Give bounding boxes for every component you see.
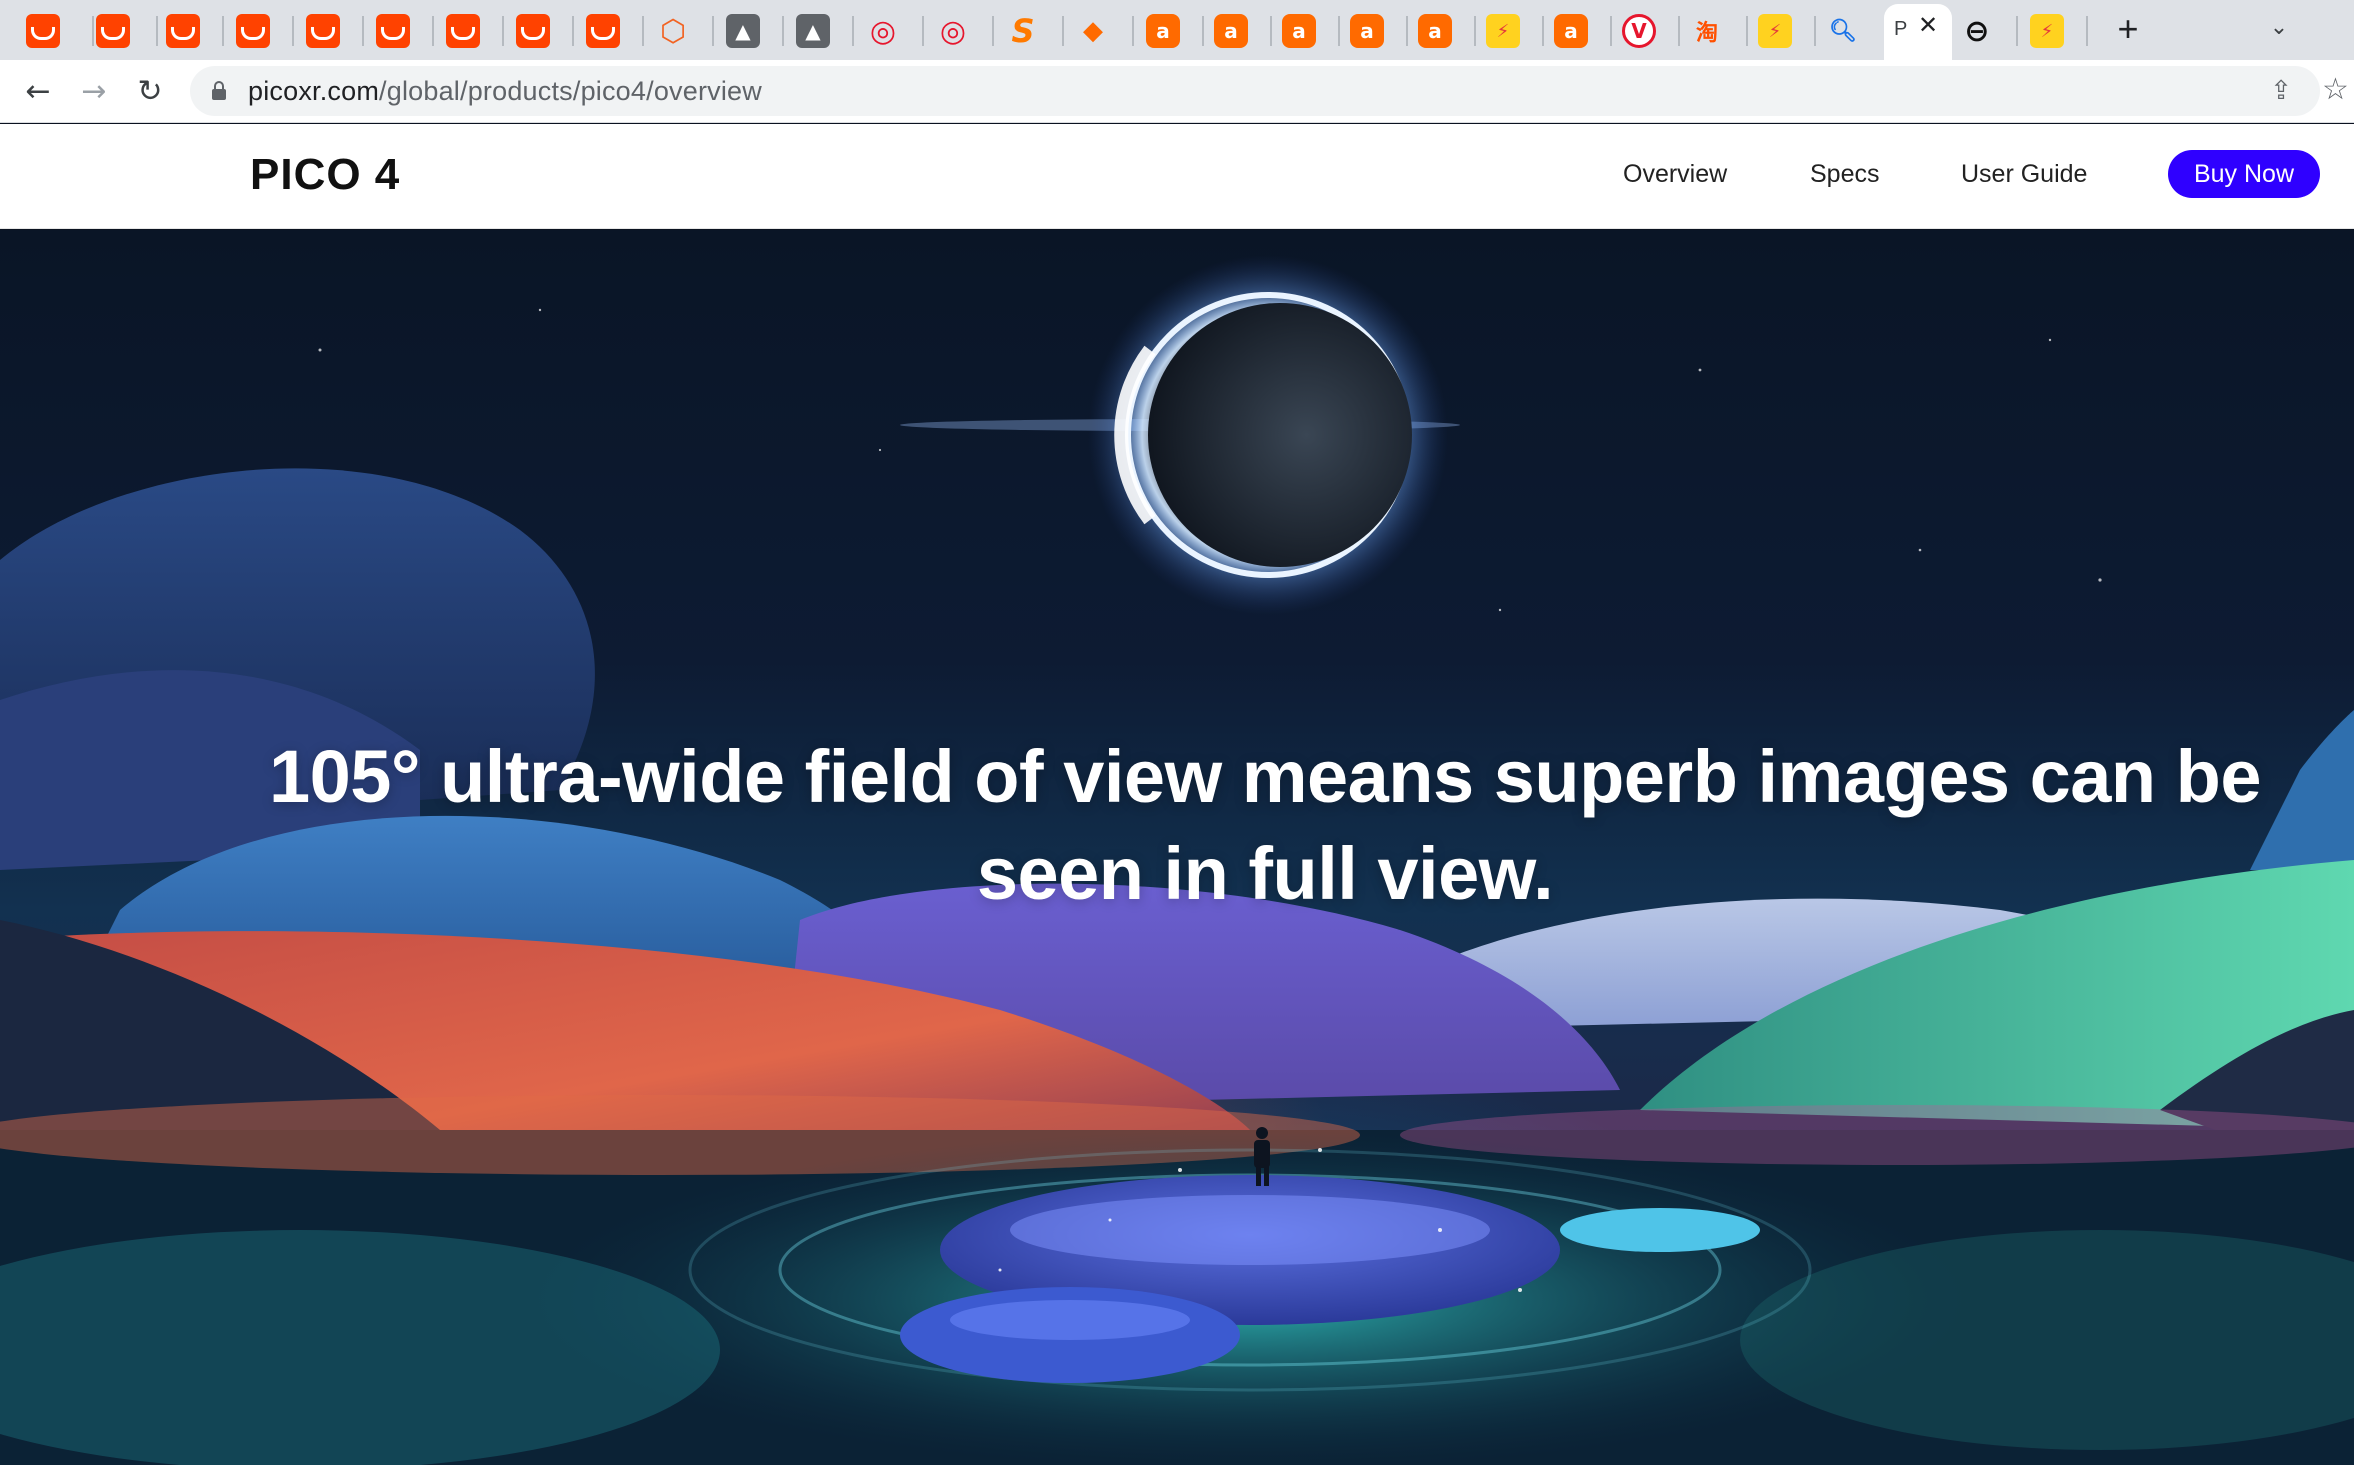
alibaba-icon[interactable]: a	[1554, 14, 1588, 48]
buy-now-button[interactable]: Buy Now	[2168, 150, 2320, 198]
search-icon[interactable]: 🔍︎	[1826, 14, 1860, 48]
tmall-icon[interactable]	[376, 14, 410, 48]
tmall-icon[interactable]	[236, 14, 270, 48]
tab-separator	[1542, 16, 1544, 46]
loop-app-icon[interactable]: ⊖	[1960, 14, 1994, 49]
share-icon[interactable]: ⇪	[2266, 75, 2296, 105]
lock-icon	[212, 81, 226, 100]
tab-separator	[1814, 16, 1816, 46]
tab-separator	[92, 16, 94, 46]
site-header: PICO 4 Overview Specs User Guide Buy Now	[0, 124, 2354, 229]
bookmark-star-icon[interactable]: ☆	[2322, 74, 2354, 106]
yellow-app-icon[interactable]: ⚡	[1758, 14, 1792, 48]
url-host: picoxr.com	[248, 76, 380, 106]
yellow-app-icon[interactable]: ⚡	[1486, 14, 1520, 48]
tab-separator	[922, 16, 924, 46]
weibo-icon[interactable]: ◎	[866, 14, 900, 49]
tab-separator	[642, 16, 644, 46]
hero-headline: 105° ultra-wide field of view means supe…	[268, 735, 2262, 915]
nav-specs[interactable]: Specs	[1810, 160, 1879, 189]
tab-separator	[156, 16, 158, 46]
tab-separator	[1406, 16, 1408, 46]
new-tab-icon[interactable]: +	[2108, 10, 2148, 50]
tab-separator	[992, 16, 994, 46]
url-path: /global/products/pico4/overview	[379, 76, 762, 106]
back-icon[interactable]: ←	[18, 72, 58, 112]
tab-separator	[2016, 16, 2018, 46]
tab-separator	[502, 16, 504, 46]
alibaba-icon[interactable]: a	[1214, 14, 1248, 48]
gray-app-icon[interactable]: ▲	[796, 14, 830, 48]
tmall-icon[interactable]	[446, 14, 480, 48]
reload-icon[interactable]: ↻	[130, 72, 170, 112]
tmall-icon[interactable]	[306, 14, 340, 48]
weibo-icon[interactable]: ◎	[936, 14, 970, 49]
tmall-icon[interactable]	[96, 14, 130, 48]
active-tab[interactable]: P ✕	[1884, 4, 1952, 60]
tab-separator	[1610, 16, 1612, 46]
tab-separator	[1338, 16, 1340, 46]
v-logo-icon[interactable]: V	[1622, 14, 1656, 48]
magento-icon[interactable]: ⬡	[656, 14, 690, 49]
tmall-icon[interactable]	[516, 14, 550, 48]
hero-banner: 105° ultra-wide field of view means supe…	[0, 230, 2354, 1465]
tab-separator	[362, 16, 364, 46]
tmall-icon[interactable]	[166, 14, 200, 48]
tmall-icon[interactable]	[586, 14, 620, 48]
tab-separator	[1270, 16, 1272, 46]
forward-icon[interactable]: →	[74, 72, 114, 112]
close-icon[interactable]: ✕	[1914, 12, 1942, 40]
tab-separator	[292, 16, 294, 46]
chevron-down-icon[interactable]: ⌄	[2262, 10, 2296, 44]
tab-separator	[1202, 16, 1204, 46]
tab-separator	[782, 16, 784, 46]
tab-separator	[1678, 16, 1680, 46]
taobao-icon[interactable]: 淘	[1690, 14, 1724, 48]
active-tab-title: P	[1894, 18, 1908, 40]
alibaba-icon[interactable]: a	[1350, 14, 1384, 48]
tab-separator	[1746, 16, 1748, 46]
tab-separator	[432, 16, 434, 46]
address-bar[interactable]: picoxr.com/global/products/pico4/overvie…	[190, 66, 2320, 116]
nav-overview[interactable]: Overview	[1623, 160, 1727, 189]
tab-separator	[222, 16, 224, 46]
nav-user-guide[interactable]: User Guide	[1961, 160, 2087, 189]
pico-logo[interactable]: PICO 4	[250, 150, 400, 200]
alibaba-icon[interactable]: a	[1146, 14, 1180, 48]
diamond-icon[interactable]: ◆	[1076, 14, 1110, 48]
alibaba-icon[interactable]: a	[1418, 14, 1452, 48]
browser-toolbar: ← → ↻ picoxr.com/global/products/pico4/o…	[0, 60, 2354, 123]
tab-separator	[1062, 16, 1064, 46]
gray-app-icon[interactable]: ▲	[726, 14, 760, 48]
tab-separator	[572, 16, 574, 46]
alibaba-icon[interactable]: a	[1282, 14, 1316, 48]
tmall-icon[interactable]	[26, 14, 60, 48]
url-text[interactable]: picoxr.com/global/products/pico4/overvie…	[248, 76, 762, 107]
yellow-app-icon[interactable]: ⚡	[2030, 14, 2064, 48]
tab-separator	[712, 16, 714, 46]
tab-separator	[1132, 16, 1134, 46]
s-logo-icon[interactable]: S	[1006, 12, 1040, 50]
tab-separator	[1474, 16, 1476, 46]
tab-separator	[2086, 16, 2088, 46]
tab-strip: ⬡ ▲ ▲ ◎ ◎ S ◆ a a a a a ⚡ a V 淘 ⚡ 🔍︎ P ✕…	[0, 0, 2354, 60]
tab-separator	[852, 16, 854, 46]
eclipse	[900, 255, 1460, 615]
